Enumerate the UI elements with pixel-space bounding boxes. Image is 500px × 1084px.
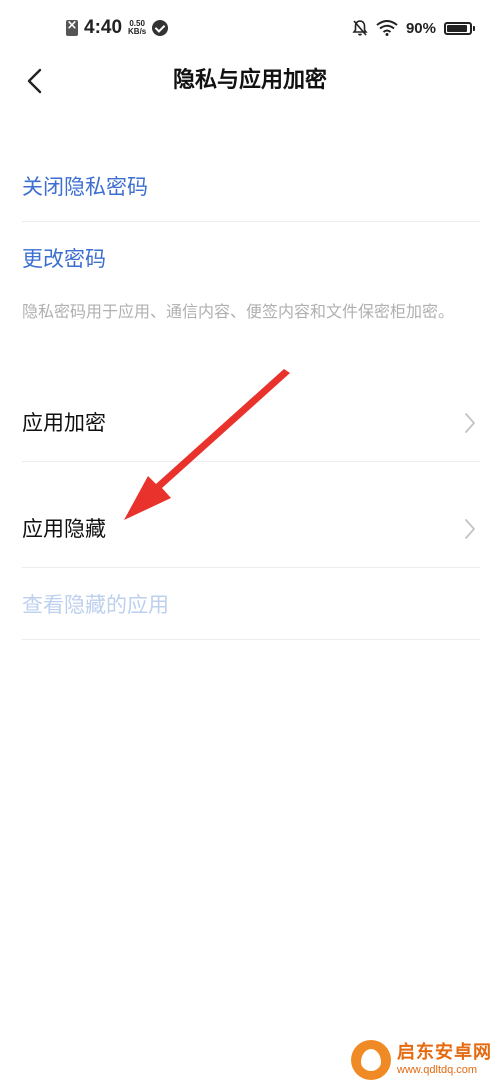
chevron-right-icon (465, 519, 475, 539)
status-time: 4:40 (84, 17, 123, 38)
chevron-right-icon (465, 413, 475, 433)
bell-muted-icon (352, 19, 368, 37)
divider (22, 639, 480, 640)
change-password-item[interactable]: 更改密码 (22, 244, 480, 274)
app-encryption-item[interactable]: 应用加密 (22, 408, 480, 448)
network-speed-unit: KB/s (128, 27, 147, 36)
view-hidden-apps-label: 查看隐藏的应用 (22, 593, 169, 617)
divider (22, 221, 480, 222)
watermark-logo-icon (351, 1040, 391, 1080)
app-hiding-item[interactable]: 应用隐藏 (22, 514, 480, 554)
page-title: 隐私与应用加密 (172, 68, 327, 93)
watermark-name: 启东安卓网 (397, 1042, 492, 1063)
watermark: 启东安卓网 www.qdltdq.com (351, 1040, 492, 1080)
disable-privacy-password-label: 关闭隐私密码 (22, 175, 148, 199)
app-encryption-label: 应用加密 (22, 411, 106, 435)
no-sim-icon (66, 18, 78, 36)
watermark-url: www.qdltdq.com (397, 1064, 478, 1076)
header: 隐私与应用加密 (0, 56, 500, 106)
view-hidden-apps-item: 查看隐藏的应用 (22, 590, 480, 620)
wifi-icon (376, 20, 398, 36)
notification-icon (152, 20, 169, 36)
change-password-label: 更改密码 (22, 247, 106, 271)
divider (22, 567, 480, 568)
status-bar-right: 90% (352, 14, 475, 42)
battery-percent: 90% (405, 19, 436, 37)
network-speed: 0.50 KB/s (128, 20, 146, 36)
watermark-text: 启东安卓网 www.qdltdq.com (397, 1044, 492, 1076)
privacy-password-description: 隐私密码用于应用、通信内容、便签内容和文件保密柜加密。 (22, 302, 455, 321)
app-hiding-label: 应用隐藏 (22, 517, 106, 541)
battery-fill (447, 24, 467, 32)
status-bar-left: 4:40 0.50 KB/s (66, 14, 169, 42)
divider (22, 461, 480, 462)
battery-icon (444, 21, 475, 35)
disable-privacy-password-item[interactable]: 关闭隐私密码 (22, 172, 480, 202)
status-bar: 4:40 0.50 KB/s 90% (0, 0, 500, 56)
